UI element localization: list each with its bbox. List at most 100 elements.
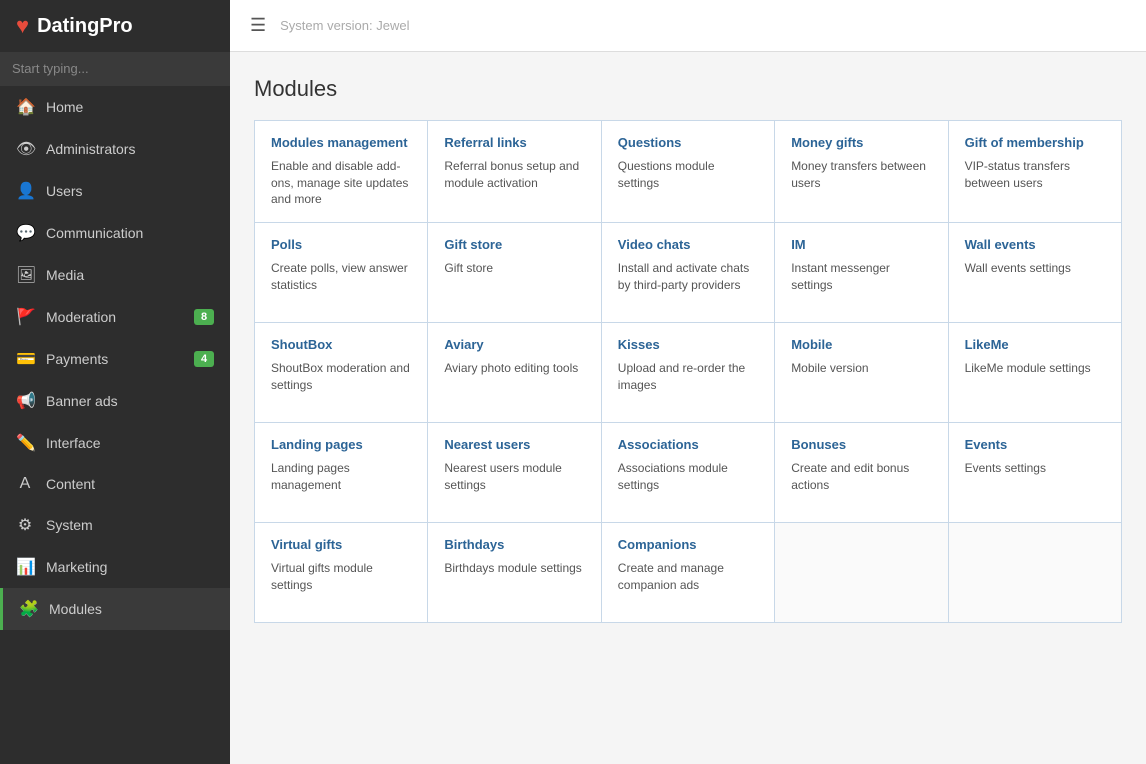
module-name-birthdays: Birthdays bbox=[444, 537, 584, 554]
module-card-aviary[interactable]: AviaryAviary photo editing tools bbox=[428, 323, 601, 423]
module-card-kisses[interactable]: KissesUpload and re-order the images bbox=[602, 323, 775, 423]
module-name-bonuses: Bonuses bbox=[791, 437, 931, 454]
module-desc-gift-store: Gift store bbox=[444, 260, 584, 277]
logo: ♥ DatingPro bbox=[0, 0, 230, 52]
module-desc-landing-pages: Landing pages management bbox=[271, 460, 411, 494]
logo-heart-icon: ♥ bbox=[16, 13, 29, 39]
sidebar-item-media[interactable]: 🖼 Media bbox=[0, 254, 230, 296]
module-name-im: IM bbox=[791, 237, 931, 254]
administrators-icon: 👁 bbox=[16, 139, 34, 159]
module-name-modules-management: Modules management bbox=[271, 135, 411, 152]
module-card-shoutbox[interactable]: ShoutBoxShoutBox moderation and settings bbox=[255, 323, 428, 423]
sidebar-item-content[interactable]: AContent bbox=[0, 464, 230, 504]
module-card-empty bbox=[775, 523, 948, 623]
hamburger-icon[interactable]: ☰ bbox=[250, 15, 266, 36]
module-desc-associations: Associations module settings bbox=[618, 460, 758, 494]
module-card-events[interactable]: EventsEvents settings bbox=[949, 423, 1122, 523]
module-desc-im: Instant messenger settings bbox=[791, 260, 931, 294]
module-desc-money-gifts: Money transfers between users bbox=[791, 158, 931, 192]
module-name-questions: Questions bbox=[618, 135, 758, 152]
module-name-referral-links: Referral links bbox=[444, 135, 584, 152]
module-desc-modules-management: Enable and disable add-ons, manage site … bbox=[271, 158, 411, 208]
module-card-virtual-gifts[interactable]: Virtual giftsVirtual gifts module settin… bbox=[255, 523, 428, 623]
module-desc-virtual-gifts: Virtual gifts module settings bbox=[271, 560, 411, 594]
module-card-companions[interactable]: CompanionsCreate and manage companion ad… bbox=[602, 523, 775, 623]
module-card-gift-store[interactable]: Gift storeGift store bbox=[428, 223, 601, 323]
module-card-birthdays[interactable]: Birthdays Birthdays module settings bbox=[428, 523, 601, 623]
sidebar-item-administrators[interactable]: 👁Administrators bbox=[0, 128, 230, 170]
sidebar-label-home: Home bbox=[46, 99, 83, 115]
module-name-gift-of-membership: Gift of membership bbox=[965, 135, 1105, 152]
search-input[interactable] bbox=[12, 61, 218, 76]
module-name-companions: Companions bbox=[618, 537, 758, 554]
sidebar-label-media: Media bbox=[46, 267, 84, 283]
system-icon: ⚙ bbox=[16, 515, 34, 535]
home-icon: 🏠 bbox=[16, 97, 34, 117]
module-card-wall-events[interactable]: Wall eventsWall events settings bbox=[949, 223, 1122, 323]
module-card-bonuses[interactable]: Bonuses Create and edit bonus actions bbox=[775, 423, 948, 523]
sidebar-item-payments[interactable]: 💳 Payments 4 bbox=[0, 338, 230, 380]
module-name-mobile: Mobile bbox=[791, 337, 931, 354]
sidebar-item-system[interactable]: ⚙ System bbox=[0, 504, 230, 546]
module-desc-gift-of-membership: VIP-status transfers between users bbox=[965, 158, 1105, 192]
sidebar-label-banner-ads: Banner ads bbox=[46, 393, 118, 409]
sidebar-label-marketing: Marketing bbox=[46, 559, 107, 575]
marketing-icon: 📊 bbox=[16, 557, 34, 577]
module-card-likeme[interactable]: LikeMeLikeMe module settings bbox=[949, 323, 1122, 423]
sidebar-nav: 🏠 Home 👁Administrators 👤 Users 💬 Communication… bbox=[0, 86, 230, 764]
sidebar-item-moderation[interactable]: 🚩Moderation8 bbox=[0, 296, 230, 338]
communication-icon: 💬 bbox=[16, 223, 34, 243]
module-card-questions[interactable]: Questions Questions module settings bbox=[602, 121, 775, 223]
module-desc-video-chats: Install and activate chats by third-part… bbox=[618, 260, 758, 294]
module-card-gift-of-membership[interactable]: Gift of membership VIP-status transfers b… bbox=[949, 121, 1122, 223]
payments-icon: 💳 bbox=[16, 349, 34, 369]
module-desc-bonuses: Create and edit bonus actions bbox=[791, 460, 931, 494]
users-icon: 👤 bbox=[16, 181, 34, 201]
sidebar-item-home[interactable]: 🏠 Home bbox=[0, 86, 230, 128]
module-desc-shoutbox: ShoutBox moderation and settings bbox=[271, 360, 411, 394]
module-card-modules-management[interactable]: Modules management Enable and disable add… bbox=[255, 121, 428, 223]
module-desc-polls: Create polls, view answer statistics bbox=[271, 260, 411, 294]
module-card-nearest-users[interactable]: Nearest users Nearest users module settin… bbox=[428, 423, 601, 523]
module-card-landing-pages[interactable]: Landing pages Landing pages management bbox=[255, 423, 428, 523]
module-card-associations[interactable]: AssociationsAssociations module settings bbox=[602, 423, 775, 523]
module-card-mobile[interactable]: MobileMobile version bbox=[775, 323, 948, 423]
main-area: ☰ System version: Jewel Modules Modules … bbox=[230, 0, 1146, 764]
module-name-money-gifts: Money gifts bbox=[791, 135, 931, 152]
module-card-money-gifts[interactable]: Money gifts Money transfers between users bbox=[775, 121, 948, 223]
module-desc-birthdays: Birthdays module settings bbox=[444, 560, 584, 577]
modules-grid: Modules management Enable and disable add… bbox=[254, 120, 1122, 623]
module-card-referral-links[interactable]: Referral linksReferral bonus setup and m… bbox=[428, 121, 601, 223]
module-name-polls: Polls bbox=[271, 237, 411, 254]
module-card-im[interactable]: IM Instant messenger settings bbox=[775, 223, 948, 323]
sidebar-label-payments: Payments bbox=[46, 351, 108, 367]
module-name-aviary: Aviary bbox=[444, 337, 584, 354]
sidebar-item-users[interactable]: 👤 Users bbox=[0, 170, 230, 212]
module-desc-nearest-users: Nearest users module settings bbox=[444, 460, 584, 494]
sidebar-label-communication: Communication bbox=[46, 225, 143, 241]
sidebar-item-interface[interactable]: ✏️Interface bbox=[0, 422, 230, 464]
sidebar: ♥ DatingPro 🏠 Home 👁Administrators 👤 Users 💬 C… bbox=[0, 0, 230, 764]
banner-ads-icon: 📢 bbox=[16, 391, 34, 411]
content-icon: A bbox=[16, 475, 34, 493]
module-name-wall-events: Wall events bbox=[965, 237, 1105, 254]
sidebar-label-modules: Modules bbox=[49, 601, 102, 617]
sidebar-label-users: Users bbox=[46, 183, 83, 199]
sidebar-label-system: System bbox=[46, 517, 93, 533]
search-bar[interactable] bbox=[0, 52, 230, 86]
badge-moderation: 8 bbox=[194, 309, 214, 325]
sidebar-item-communication[interactable]: 💬 Communication bbox=[0, 212, 230, 254]
sidebar-item-modules[interactable]: 🧩Modules bbox=[0, 588, 230, 630]
media-icon: 🖼 bbox=[16, 265, 34, 285]
module-card-video-chats[interactable]: Video chatsInstall and activate chats by… bbox=[602, 223, 775, 323]
module-name-landing-pages: Landing pages bbox=[271, 437, 411, 454]
module-name-likeme: LikeMe bbox=[965, 337, 1105, 354]
page-title: Modules bbox=[254, 76, 1122, 102]
sidebar-item-marketing[interactable]: 📊 Marketing bbox=[0, 546, 230, 588]
module-name-events: Events bbox=[965, 437, 1105, 454]
module-desc-questions: Questions module settings bbox=[618, 158, 758, 192]
badge-payments: 4 bbox=[194, 351, 214, 367]
module-card-polls[interactable]: Polls Create polls, view answer statistic… bbox=[255, 223, 428, 323]
module-name-nearest-users: Nearest users bbox=[444, 437, 584, 454]
sidebar-item-banner-ads[interactable]: 📢 Banner ads bbox=[0, 380, 230, 422]
